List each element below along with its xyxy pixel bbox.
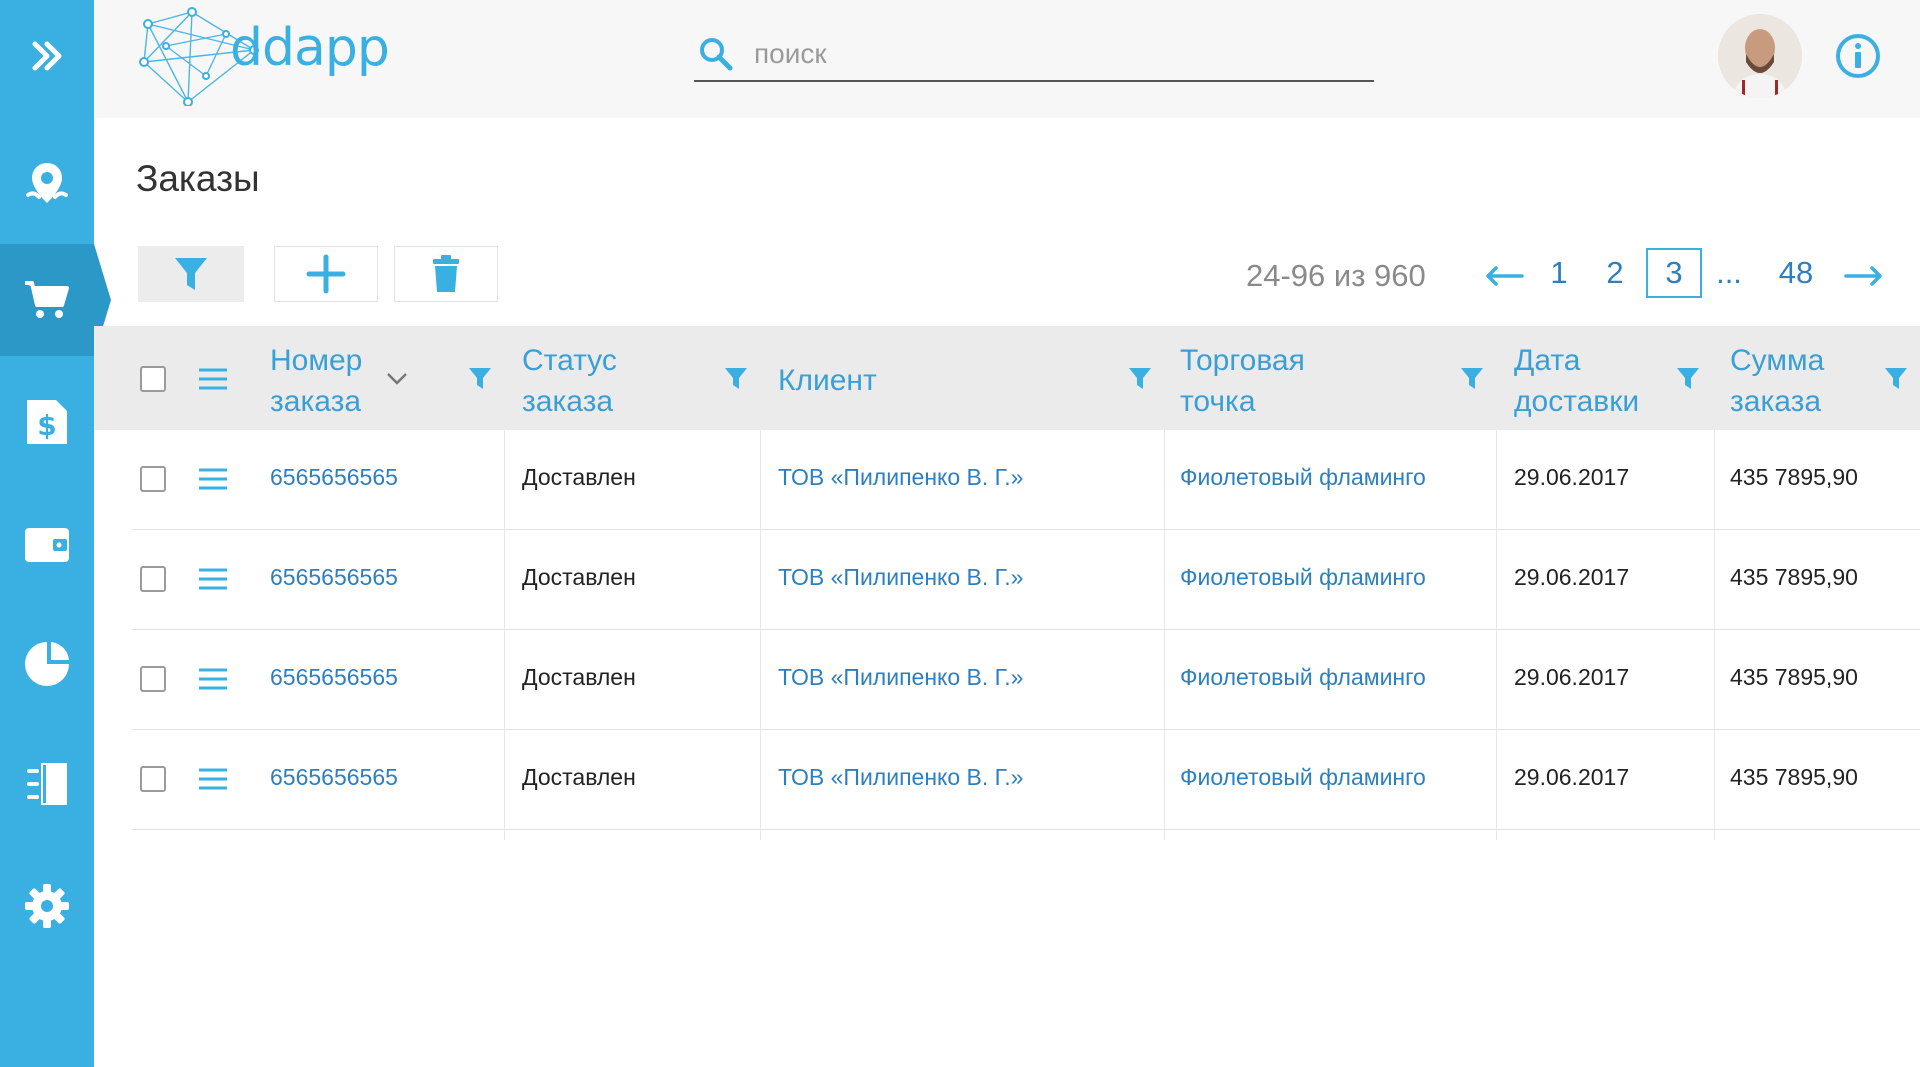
table-row[interactable]: 6565656565 Доставлен ТОВ «Пилипенко В. Г… — [132, 530, 1920, 630]
client-link[interactable]: ТОВ «Пилипенко В. Г.» — [778, 764, 1023, 791]
filter-button[interactable] — [138, 246, 244, 302]
order-number-link[interactable]: 6565656565 — [270, 564, 398, 591]
page-2-button[interactable]: 2 — [1592, 248, 1638, 298]
order-status: Доставлен — [522, 564, 636, 590]
table-header: Номер заказа Статус заказа Клиент Торгов… — [94, 326, 1920, 430]
header-delivery-date[interactable]: Дата доставки — [1514, 340, 1654, 422]
client-link[interactable]: ТОВ «Пилипенко В. Г.» — [778, 564, 1023, 591]
sidebar-item-orders[interactable] — [0, 244, 111, 356]
row-menu-icon[interactable] — [198, 768, 228, 790]
order-number-link[interactable]: 6565656565 — [270, 764, 398, 791]
page-title: Заказы — [136, 158, 260, 199]
invoice-dollar-icon: $ — [27, 400, 67, 444]
row-menu-icon[interactable] — [198, 568, 228, 590]
client-link[interactable]: ТОВ «Пилипенко В. Г.» — [778, 464, 1023, 491]
sidebar-item-invoices[interactable]: $ — [0, 366, 94, 478]
client-link[interactable]: ТОВ «Пилипенко В. Г.» — [778, 664, 1023, 691]
cart-icon — [25, 281, 69, 318]
user-photo-icon — [1718, 14, 1802, 98]
page-3-button[interactable]: 3 — [1646, 248, 1702, 298]
column-menu-icon[interactable] — [198, 368, 228, 390]
sidebar-item-map[interactable] — [0, 128, 94, 240]
filter-order-number-icon[interactable] — [468, 366, 492, 390]
delivery-date: 29.06.2017 — [1514, 564, 1630, 590]
sidebar-item-wallet[interactable] — [0, 488, 94, 600]
select-all-checkbox[interactable] — [140, 366, 166, 392]
order-sum: 435 7895,90 — [1730, 564, 1858, 590]
filter-icon — [175, 258, 207, 290]
avatar[interactable] — [1718, 14, 1802, 98]
filter-delivery-date-icon[interactable] — [1676, 366, 1700, 390]
order-status: Доставлен — [522, 664, 636, 690]
row-checkbox[interactable] — [140, 766, 166, 792]
pagination-range: 24-96 из 960 — [1246, 258, 1426, 293]
search-input[interactable] — [754, 34, 1354, 74]
gear-icon — [25, 884, 69, 928]
sidebar-item-analytics[interactable] — [0, 608, 94, 720]
filter-status-icon[interactable] — [724, 366, 748, 390]
sidebar-item-logout[interactable] — [0, 728, 94, 840]
next-page-icon[interactable] — [1844, 256, 1884, 296]
logo-text: ddapp — [230, 18, 390, 78]
map-pin-icon — [26, 163, 68, 203]
search-icon[interactable] — [698, 36, 734, 72]
row-checkbox[interactable] — [140, 666, 166, 692]
sidebar-item-settings[interactable] — [0, 850, 94, 962]
page-ellipsis: ... — [1716, 255, 1742, 290]
trash-icon — [433, 255, 459, 292]
header-client[interactable]: Клиент — [778, 360, 877, 401]
order-number-link[interactable]: 6565656565 — [270, 664, 398, 691]
filter-client-icon[interactable] — [1128, 366, 1152, 390]
delete-button[interactable] — [394, 246, 498, 302]
sidebar: $ — [0, 0, 111, 1067]
outlet-link[interactable]: Фиолетовый фламинго — [1180, 664, 1426, 691]
delivery-date: 29.06.2017 — [1514, 764, 1630, 790]
order-sum: 435 7895,90 — [1730, 764, 1858, 790]
row-checkbox[interactable] — [140, 466, 166, 492]
sidebar-expand-button[interactable] — [0, 0, 94, 112]
delivery-date: 29.06.2017 — [1514, 464, 1630, 490]
wallet-icon — [25, 528, 69, 562]
header-order-number[interactable]: Номер заказа — [270, 340, 380, 422]
order-status: Доставлен — [522, 464, 636, 490]
page-1-button[interactable]: 1 — [1536, 248, 1582, 298]
header-outlet[interactable]: Торговая точка — [1180, 340, 1330, 422]
filter-sum-icon[interactable] — [1884, 366, 1908, 390]
row-menu-icon[interactable] — [198, 468, 228, 490]
row-menu-icon[interactable] — [198, 668, 228, 690]
order-number-link[interactable]: 6565656565 — [270, 464, 398, 491]
order-sum: 435 7895,90 — [1730, 664, 1858, 690]
row-checkbox[interactable] — [140, 566, 166, 592]
top-bar: ddapp — [94, 0, 1920, 118]
outlet-link[interactable]: Фиолетовый фламинго — [1180, 464, 1426, 491]
pie-chart-icon — [25, 642, 69, 686]
sort-chevron-down-icon[interactable] — [386, 372, 408, 386]
search-bar — [694, 28, 1374, 82]
table-row[interactable]: 6565656565 Доставлен ТОВ «Пилипенко В. Г… — [132, 630, 1920, 730]
page-48-button[interactable]: 48 — [1768, 248, 1824, 298]
header-sum[interactable]: Сумма заказа — [1730, 340, 1850, 422]
order-status: Доставлен — [522, 764, 636, 790]
info-icon[interactable] — [1834, 32, 1882, 80]
add-order-button[interactable] — [274, 246, 378, 302]
table-row[interactable]: 6565656565 Доставлен ТОВ «Пилипенко В. Г… — [132, 730, 1920, 830]
outlet-link[interactable]: Фиолетовый фламинго — [1180, 764, 1426, 791]
order-sum: 435 7895,90 — [1730, 464, 1858, 490]
plus-icon — [306, 254, 346, 294]
table-row[interactable]: 6565656565 Доставлен ТОВ «Пилипенко В. Г… — [132, 430, 1920, 530]
expand-icon — [32, 41, 62, 71]
prev-page-icon[interactable] — [1484, 256, 1524, 296]
filter-outlet-icon[interactable] — [1460, 366, 1484, 390]
outlet-link[interactable]: Фиолетовый фламинго — [1180, 564, 1426, 591]
delivery-date: 29.06.2017 — [1514, 664, 1630, 690]
header-status[interactable]: Статус заказа — [522, 340, 642, 422]
door-exit-icon — [27, 763, 67, 805]
svg-text:$: $ — [37, 409, 56, 442]
